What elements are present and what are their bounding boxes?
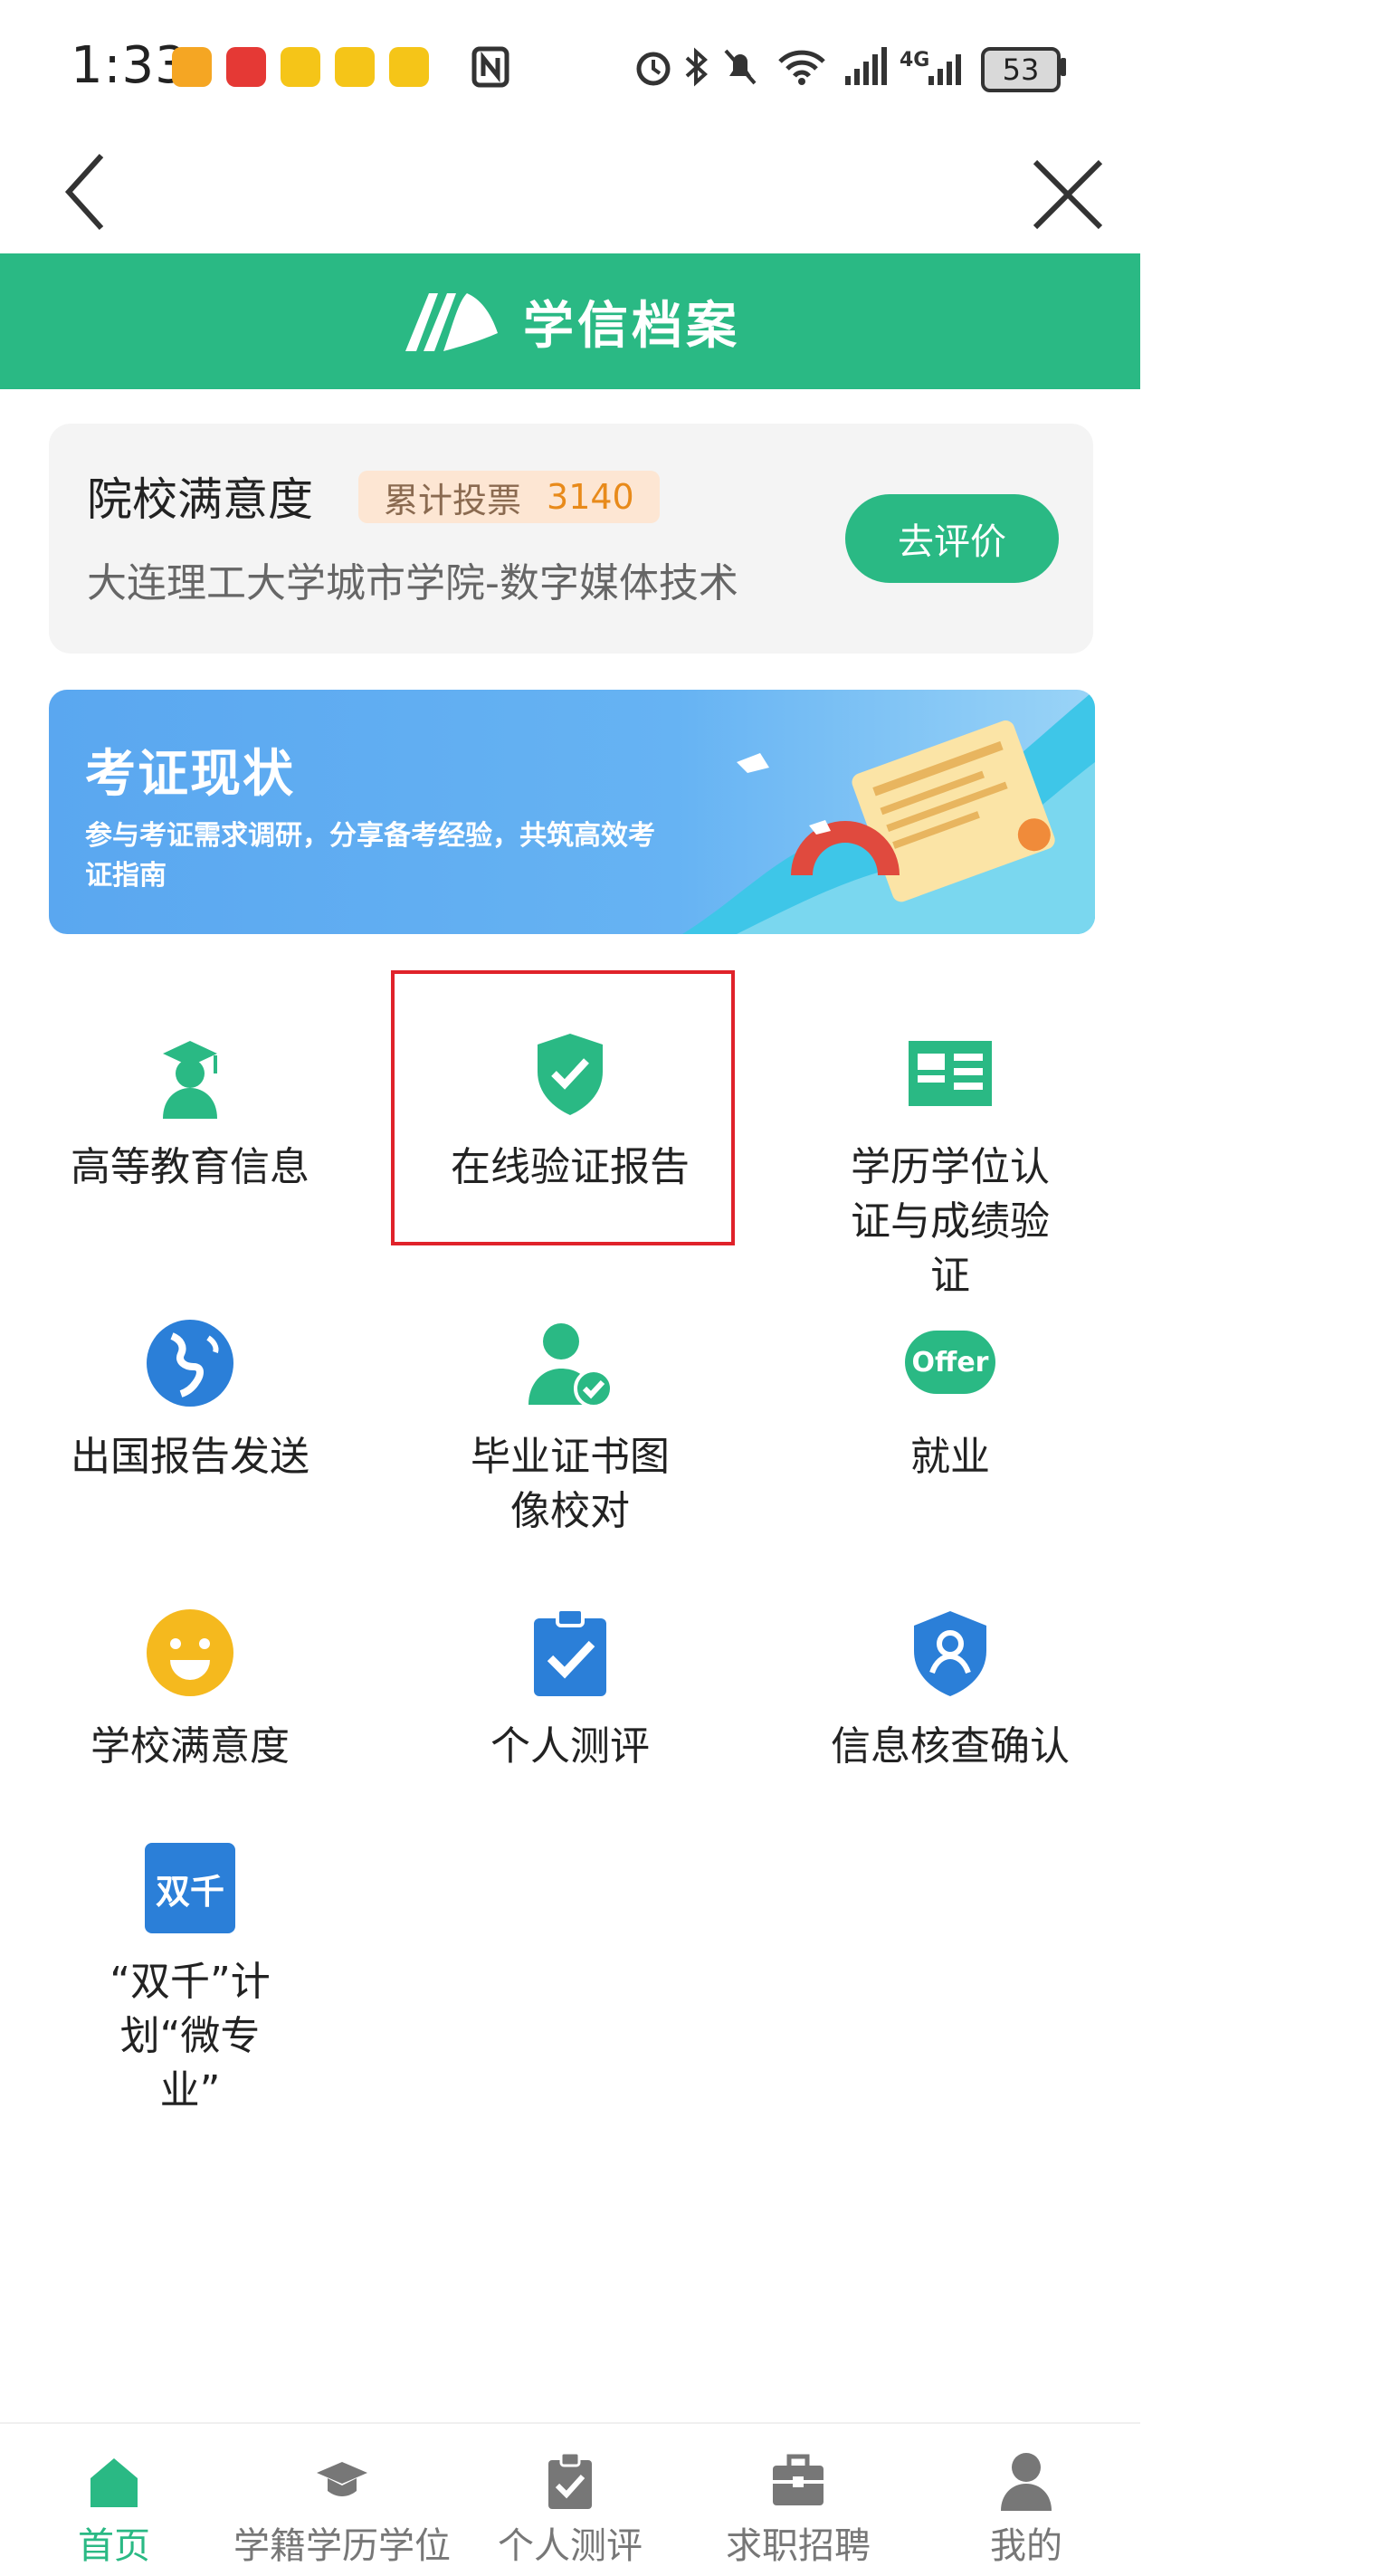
card-title: 院校满意度: [87, 473, 313, 526]
signal-icon: [845, 47, 887, 85]
brand-logo-icon: [405, 293, 498, 351]
banner-title: 考证现状: [85, 745, 295, 804]
shield-user-icon: [914, 1611, 986, 1696]
nav-jobs[interactable]: 求职招聘: [684, 2424, 912, 2576]
nav-profile[interactable]: 我的: [912, 2424, 1140, 2576]
id-card-icon: [909, 1041, 992, 1106]
vote-label: 累计投票: [384, 480, 522, 520]
grid-item-higher-education-info[interactable]: 高等教育信息: [18, 978, 362, 1249]
grid-item-overseas-report[interactable]: 出国报告发送: [18, 1267, 362, 1539]
grid-item-label: 在线验证报告: [451, 1144, 690, 1190]
app-notification-icon: [172, 47, 212, 87]
smile-icon: [147, 1609, 233, 1696]
weibo-notification-icon: [281, 47, 320, 87]
graduate-icon: [163, 1041, 217, 1119]
bottom-navigation: 首页 学籍学历学位 个人测评 求职招聘 我的: [0, 2422, 1140, 2576]
mute-icon: [724, 49, 757, 85]
clipboard-check-icon: [534, 1608, 606, 1696]
battery-tip: [1061, 58, 1066, 76]
weibo-notification-icon: [389, 47, 429, 87]
status-bar: 1:33 4G 53: [0, 0, 1390, 145]
nav-label: 求职招聘: [726, 2525, 871, 2567]
grid-item-label: “双千”计划“微专业”: [109, 1959, 271, 2113]
vote-badge: 累计投票 3140: [358, 471, 660, 523]
satisfaction-card: 院校满意度 累计投票 3140 大连理工大学城市学院-数字媒体技术 去评价: [49, 424, 1093, 654]
brand-header: 学信档案: [0, 253, 1140, 389]
grid-item-online-verification-report[interactable]: 在线验证报告: [398, 978, 742, 1249]
globe-icon: [147, 1320, 233, 1407]
alarm-icon: [636, 52, 671, 86]
battery-indicator: 53: [981, 47, 1061, 92]
evaluate-button[interactable]: 去评价: [845, 494, 1059, 583]
grid-item-personal-assessment[interactable]: 个人测评: [398, 1557, 742, 1828]
shield-check-icon: [538, 1034, 603, 1115]
grid-item-shuangqian-plan[interactable]: 双千 “双千”计划“微专业”: [18, 1792, 362, 2113]
briefcase-icon: [773, 2454, 824, 2505]
grid-item-label: 出国报告发送: [71, 1434, 309, 1480]
user-check-icon: [528, 1323, 614, 1408]
grid-item-label: 就业: [910, 1434, 990, 1480]
banner-description: 参与考证需求调研，分享备考经验，共筑高效考证指南: [85, 820, 655, 892]
exam-banner[interactable]: 考证现状 参与考证需求调研，分享备考经验，共筑高效考证指南: [49, 690, 1095, 934]
banner-illustration: [682, 690, 1095, 934]
graduation-cap-icon: [317, 2462, 367, 2496]
nav-academic[interactable]: 学籍学历学位: [228, 2424, 456, 2576]
nav-assessment[interactable]: 个人测评: [456, 2424, 684, 2576]
signal-icon: [928, 54, 961, 85]
grid-item-info-verification[interactable]: 信息核查确认: [778, 1557, 1122, 1828]
grid-item-degree-certification[interactable]: 学历学位认证与成绩验证: [778, 978, 1122, 1299]
grid-item-school-satisfaction[interactable]: 学校满意度: [18, 1557, 362, 1828]
nav-label: 学籍学历学位: [233, 2525, 451, 2567]
grid-item-employment[interactable]: Offer 就业: [778, 1267, 1122, 1539]
nav-home[interactable]: 首页: [0, 2424, 228, 2576]
grid-item-label: 信息核查确认: [831, 1723, 1070, 1770]
bluetooth-icon: [685, 47, 708, 87]
nav-label: 个人测评: [498, 2525, 643, 2567]
grid-item-label: 毕业证书图像校对: [471, 1434, 670, 1534]
grid-item-label: 高等教育信息: [71, 1144, 309, 1190]
school-name: 大连理工大学城市学院-数字媒体技术: [87, 560, 738, 606]
weibo-notification-icon: [335, 47, 375, 87]
nav-label: 我的: [990, 2525, 1062, 2567]
shuangqian-icon: 双千: [145, 1843, 235, 1933]
clipboard-check-icon: [548, 2451, 592, 2509]
wifi-icon: [778, 50, 825, 85]
nav-label: 首页: [78, 2525, 150, 2567]
brand-title: 学信档案: [523, 296, 740, 356]
nfc-icon: [471, 46, 509, 88]
home-icon: [90, 2458, 138, 2507]
grid-item-label: 个人测评: [490, 1723, 650, 1770]
back-button[interactable]: [54, 145, 154, 244]
vote-count: 3140: [547, 477, 634, 517]
close-button[interactable]: [1023, 149, 1113, 240]
status-time: 1:33: [71, 36, 188, 95]
person-icon: [1001, 2453, 1052, 2511]
grid-item-label: 学校满意度: [90, 1723, 290, 1770]
huawei-notification-icon: [226, 47, 266, 87]
offer-icon: Offer: [905, 1331, 995, 1394]
grid-item-diploma-image-check[interactable]: 毕业证书图像校对: [398, 1267, 742, 1539]
